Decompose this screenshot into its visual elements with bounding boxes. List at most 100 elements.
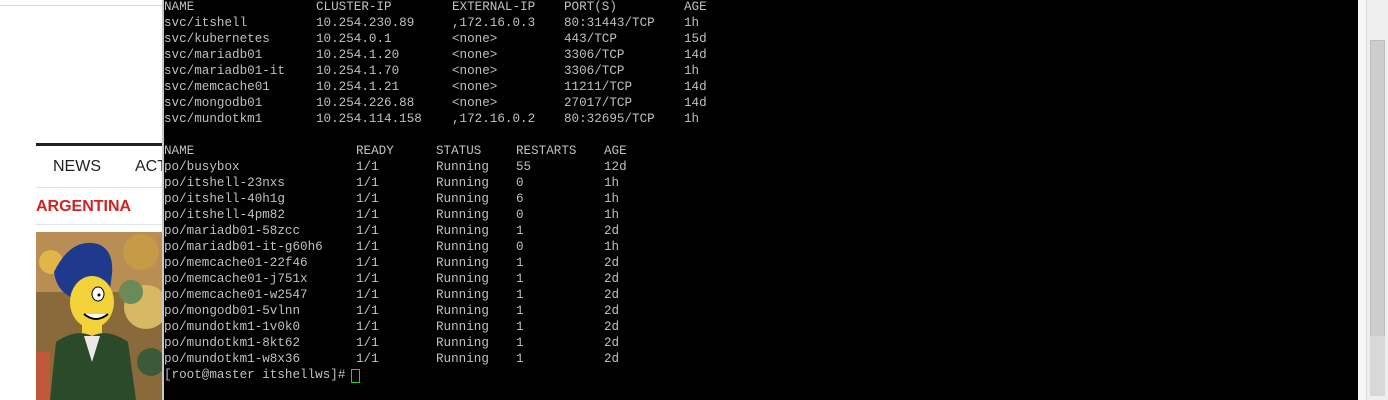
pod-header-ready: READY <box>356 144 394 158</box>
pod-name: po/mundotkm1-w8x36 <box>164 352 301 366</box>
pod-row: po/memcache01-j751x 1/1 Running 1 2d <box>164 271 1362 287</box>
pod-age: 2d <box>604 224 620 238</box>
svc-external-ip: ,172.16.0.2 <box>452 112 536 126</box>
nav-item-actualidad[interactable]: ACTUALIDAD <box>135 158 162 176</box>
svc-name: svc/mundotkm1 <box>164 112 263 126</box>
svc-name: svc/memcache01 <box>164 80 270 94</box>
svc-ports: 3306/TCP <box>564 48 625 62</box>
pod-row: po/mundotkm1-8kt62 1/1 Running 1 2d <box>164 335 1362 351</box>
page-top-bar <box>0 0 162 6</box>
svc-ports: 3306/TCP <box>564 64 625 78</box>
pod-row: po/itshell-23nxs 1/1 Running 0 1h <box>164 175 1362 191</box>
pod-ready: 1/1 <box>356 176 379 190</box>
svc-cluster-ip: 10.254.1.20 <box>316 48 400 62</box>
pod-row: po/busybox 1/1 Running 55 12d <box>164 159 1362 175</box>
pod-row: po/mundotkm1-w8x36 1/1 Running 1 2d <box>164 351 1362 367</box>
pod-name: po/memcache01-j751x <box>164 272 308 286</box>
svc-cluster-ip: 10.254.0.1 <box>316 32 392 46</box>
pod-status: Running <box>436 288 489 302</box>
scrollbar-track-bottom[interactable] <box>1370 336 1385 396</box>
shell-prompt-line[interactable]: [root@master itshellws]# <box>164 367 1362 383</box>
pod-status: Running <box>436 208 489 222</box>
section-divider <box>36 224 162 225</box>
pod-ready: 1/1 <box>356 208 379 222</box>
pod-age: 2d <box>604 256 620 270</box>
svc-name: svc/mariadb01-it <box>164 64 285 78</box>
svc-external-ip: ,172.16.0.3 <box>452 16 536 30</box>
svc-ports: 27017/TCP <box>564 96 633 110</box>
pod-name: po/itshell-40h1g <box>164 192 285 206</box>
pod-restarts: 1 <box>516 352 524 366</box>
nav-item-news[interactable]: NEWS <box>53 158 101 176</box>
pod-row: po/mongodb01-5vlnn 1/1 Running 1 2d <box>164 303 1362 319</box>
pod-restarts: 0 <box>516 208 524 222</box>
pod-row: po/memcache01-w2547 1/1 Running 1 2d <box>164 287 1362 303</box>
svc-cluster-ip: 10.254.1.21 <box>316 80 400 94</box>
pod-status: Running <box>436 304 489 318</box>
pod-age: 2d <box>604 320 620 334</box>
pod-row: po/memcache01-22f46 1/1 Running 1 2d <box>164 255 1362 271</box>
pod-name: po/memcache01-22f46 <box>164 256 308 270</box>
pod-row: po/itshell-40h1g 1/1 Running 6 1h <box>164 191 1362 207</box>
pod-name: po/mongodb01-5vlnn <box>164 304 301 318</box>
svc-header-cluster-ip: CLUSTER-IP <box>316 0 392 14</box>
terminal-window[interactable]: NAME CLUSTER-IP EXTERNAL-IP PORT(S) AGE … <box>162 0 1388 400</box>
service-row: svc/mundotkm1 10.254.114.158 ,172.16.0.2 80… <box>164 111 1362 127</box>
pod-status: Running <box>436 224 489 238</box>
service-row: svc/kubernetes 10.254.0.1 <none> 443/TCP 15d <box>164 31 1362 47</box>
svc-header-name: NAME <box>164 0 195 14</box>
cartoon-illustration <box>36 232 162 400</box>
section-title[interactable]: ARGENTINA <box>36 198 162 218</box>
pod-header-age: AGE <box>604 144 627 158</box>
svc-external-ip: <none> <box>452 64 498 78</box>
pod-restarts: 0 <box>516 176 524 190</box>
pod-ready: 1/1 <box>356 320 379 334</box>
pod-restarts: 1 <box>516 304 524 318</box>
pod-status: Running <box>436 336 489 350</box>
pod-age: 2d <box>604 288 620 302</box>
pod-age: 1h <box>604 240 620 254</box>
pod-restarts: 1 <box>516 256 524 270</box>
svc-ports: 443/TCP <box>564 32 617 46</box>
pod-ready: 1/1 <box>356 224 379 238</box>
svc-age: 15d <box>684 32 707 46</box>
svc-cluster-ip: 10.254.226.88 <box>316 96 415 110</box>
svc-header-age: AGE <box>684 0 707 14</box>
pod-restarts: 1 <box>516 224 524 238</box>
services-header-row: NAME CLUSTER-IP EXTERNAL-IP PORT(S) AGE <box>164 0 1362 15</box>
terminal-scrollbar[interactable] <box>1366 0 1388 400</box>
terminal-right-margin <box>1358 0 1366 400</box>
pod-name: po/mundotkm1-1v0k0 <box>164 320 301 334</box>
pod-row: po/itshell-4pm82 1/1 Running 0 1h <box>164 207 1362 223</box>
pod-row: po/mariadb01-58zcc 1/1 Running 1 2d <box>164 223 1362 239</box>
pod-age: 1h <box>604 208 620 222</box>
svc-age: 1h <box>684 64 700 78</box>
pod-restarts: 1 <box>516 288 524 302</box>
pod-row: po/mundotkm1-1v0k0 1/1 Running 1 2d <box>164 319 1362 335</box>
pod-status: Running <box>436 272 489 286</box>
pod-ready: 1/1 <box>356 240 379 254</box>
pod-ready: 1/1 <box>356 192 379 206</box>
pod-restarts: 6 <box>516 192 524 206</box>
pod-status: Running <box>436 192 489 206</box>
pod-age: 1h <box>604 192 620 206</box>
pod-age: 2d <box>604 304 620 318</box>
svc-age: 14d <box>684 48 707 62</box>
pod-ready: 1/1 <box>356 160 379 174</box>
svc-name: svc/mariadb01 <box>164 48 263 62</box>
svc-cluster-ip: 10.254.230.89 <box>316 16 415 30</box>
svc-name: svc/itshell <box>164 16 248 30</box>
pod-header-name: NAME <box>164 144 195 158</box>
svc-header-ports: PORT(S) <box>564 0 617 14</box>
service-row: svc/memcache01 10.254.1.21 <none> 11211/TCP… <box>164 79 1362 95</box>
svc-ports: 80:31443/TCP <box>564 16 655 30</box>
pod-status: Running <box>436 320 489 334</box>
pod-name: po/mundotkm1-8kt62 <box>164 336 301 350</box>
pod-age: 2d <box>604 352 620 366</box>
pod-status: Running <box>436 240 489 254</box>
pod-status: Running <box>436 256 489 270</box>
service-row: svc/mariadb01 10.254.1.20 <none> 3306/TCP 14… <box>164 47 1362 63</box>
svc-age: 1h <box>684 112 700 126</box>
svc-external-ip: <none> <box>452 96 498 110</box>
cartoon-thumbnail-image[interactable] <box>36 232 162 400</box>
